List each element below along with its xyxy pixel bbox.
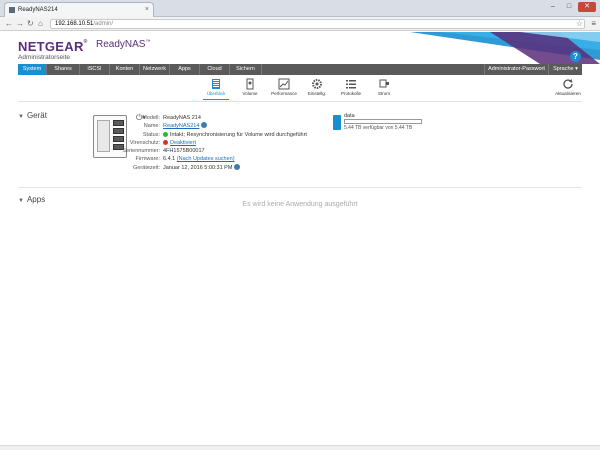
edit-time-gear-icon[interactable] <box>234 163 241 170</box>
edit-name-gear-icon[interactable] <box>201 122 208 129</box>
prop-status: Status: Intakt; Resynchronisierung für V… <box>117 131 307 139</box>
nav-cloud[interactable]: Cloud <box>200 64 230 75</box>
settings-gear-icon <box>312 79 322 89</box>
main-navigation: System Shares iSCSI Konten Netzwerk Apps… <box>18 64 582 75</box>
status-ok-icon <box>163 131 168 137</box>
url-host: 192.168.10.51 <box>55 21 94 27</box>
browser-menu-icon[interactable]: ≡ <box>591 19 596 28</box>
nav-iscsi[interactable]: iSCSI <box>80 64 110 75</box>
firmware-value: 6.4.1 <box>163 156 176 163</box>
address-bar[interactable]: 192.168.10.51/admin/ <box>50 19 585 29</box>
tab-title: ReadyNAS214 <box>18 7 58 13</box>
subnav-active-indicator <box>203 99 229 100</box>
antivirus-link[interactable]: Deaktiviert <box>170 140 196 146</box>
model-value: ReadyNAS 214 <box>163 115 201 121</box>
prop-label: Virenschutz: <box>129 139 160 146</box>
volume-icon <box>246 78 254 90</box>
header-divider <box>18 101 582 102</box>
product-name: ReadyNAS™ <box>96 39 151 50</box>
reload-icon[interactable]: ↻ <box>27 19 34 29</box>
browser-titlebar: ReadyNAS214 × – □ ✕ <box>0 0 600 17</box>
prop-label: Firmware: <box>135 156 160 163</box>
back-icon[interactable]: ← <box>5 19 13 29</box>
window-controls: – □ ✕ <box>546 2 596 12</box>
prop-label: Seriennummer: <box>122 148 160 155</box>
home-icon[interactable]: ⌂ <box>38 19 43 29</box>
browser-toolbar: ← → ↻ ⌂ 192.168.10.51/admin/ ☆ ≡ <box>0 17 600 31</box>
prop-label: Modell: <box>142 115 160 121</box>
prop-name: Name: ReadyNAS214 <box>117 122 307 130</box>
logs-icon <box>346 80 356 89</box>
collapse-caret-icon: ▼ <box>18 114 24 120</box>
maximize-icon[interactable]: □ <box>562 2 576 12</box>
brand-name: NETGEAR <box>18 39 84 54</box>
prop-antivirus: Virenschutz: Deaktiviert <box>117 139 307 147</box>
page-favicon-icon <box>9 7 15 13</box>
check-updates-link[interactable]: (Nach Updates suchen) <box>177 155 235 163</box>
performance-icon <box>278 78 290 90</box>
product-label: ReadyNAS <box>96 39 146 50</box>
prop-serial: Seriennummer: 4FH1575B00017 <box>117 147 307 155</box>
power-plug-icon <box>379 79 389 88</box>
apps-empty-message: Es wird keine Anwendung ausgeführt <box>242 201 358 208</box>
subnav-power-label: Strom <box>377 91 390 96</box>
minimize-icon[interactable]: – <box>546 2 560 12</box>
device-properties: Modell: ReadyNAS 214 Name: ReadyNAS214 S… <box>117 114 307 172</box>
nav-netzwerk[interactable]: Netzwerk <box>140 64 170 75</box>
nav-apps[interactable]: Apps <box>170 64 200 75</box>
status-text: Intakt; Resynchronisierung für Volume wi… <box>170 131 307 138</box>
prop-label: Gerätezeit: <box>133 164 160 171</box>
volume-usage-bar <box>344 119 422 124</box>
device-name-link[interactable]: ReadyNAS214 <box>163 122 199 130</box>
overview-icon <box>212 79 220 89</box>
window-close-icon[interactable]: ✕ <box>578 2 596 12</box>
volume-usage-text: 5.44 TB verfügbar von 5.44 TB <box>344 125 413 131</box>
nav-konten[interactable]: Konten <box>110 64 140 75</box>
url-path: /admin/ <box>93 21 114 27</box>
bookmark-star-icon[interactable]: ☆ <box>576 19 583 28</box>
nas-front-panel <box>97 120 110 152</box>
refresh-button[interactable]: Aktualisieren <box>548 78 588 98</box>
prop-label: Status: <box>142 131 160 138</box>
section-divider <box>18 187 582 188</box>
status-bar <box>0 445 600 450</box>
device-time-value: Januar 12, 2016 5:00:31 PM <box>163 164 233 171</box>
help-icon[interactable]: ? <box>570 51 581 62</box>
header-decoration <box>410 32 600 64</box>
tab-close-icon[interactable]: × <box>145 3 149 17</box>
prop-label: Name: <box>143 123 160 130</box>
prop-model: Modell: ReadyNAS 214 <box>117 114 307 122</box>
antivirus-value: Deaktiviert <box>163 139 196 147</box>
device-section-header[interactable]: ▼ Gerät <box>18 111 47 120</box>
prop-firmware: Firmware: 6.4.1 (Nach Updates suchen) <box>117 155 307 163</box>
refresh-icon <box>563 79 573 89</box>
nav-shares[interactable]: Shares <box>47 64 80 75</box>
admin-password-button[interactable]: Administrator-Passwort <box>484 64 548 75</box>
page-subtitle: Administratorseite <box>18 54 71 61</box>
device-section-title: Gerät <box>26 111 47 120</box>
nav-sichern[interactable]: Sichern <box>230 64 262 75</box>
status-value: Intakt; Resynchronisierung für Volume wi… <box>163 131 307 139</box>
forward-icon[interactable]: → <box>16 19 24 29</box>
app-header: NETGEAR® ReadyNAS™ Administratorseite <box>0 32 600 64</box>
antivirus-off-icon <box>163 139 168 145</box>
refresh-label: Aktualisieren <box>555 91 581 96</box>
browser-tab[interactable]: ReadyNAS214 × <box>4 2 154 17</box>
subnav-power[interactable]: Strom <box>364 78 404 98</box>
nav-system[interactable]: System <box>18 64 47 75</box>
netgear-logo: NETGEAR® <box>18 39 88 54</box>
prop-time: Gerätezeit: Januar 12, 2016 5:00:31 PM <box>117 163 307 172</box>
serial-value: 4FH1575B00017 <box>163 148 205 155</box>
volume-disk-icon[interactable] <box>333 115 341 130</box>
language-dropdown[interactable]: Sprache ▾ <box>548 64 582 75</box>
